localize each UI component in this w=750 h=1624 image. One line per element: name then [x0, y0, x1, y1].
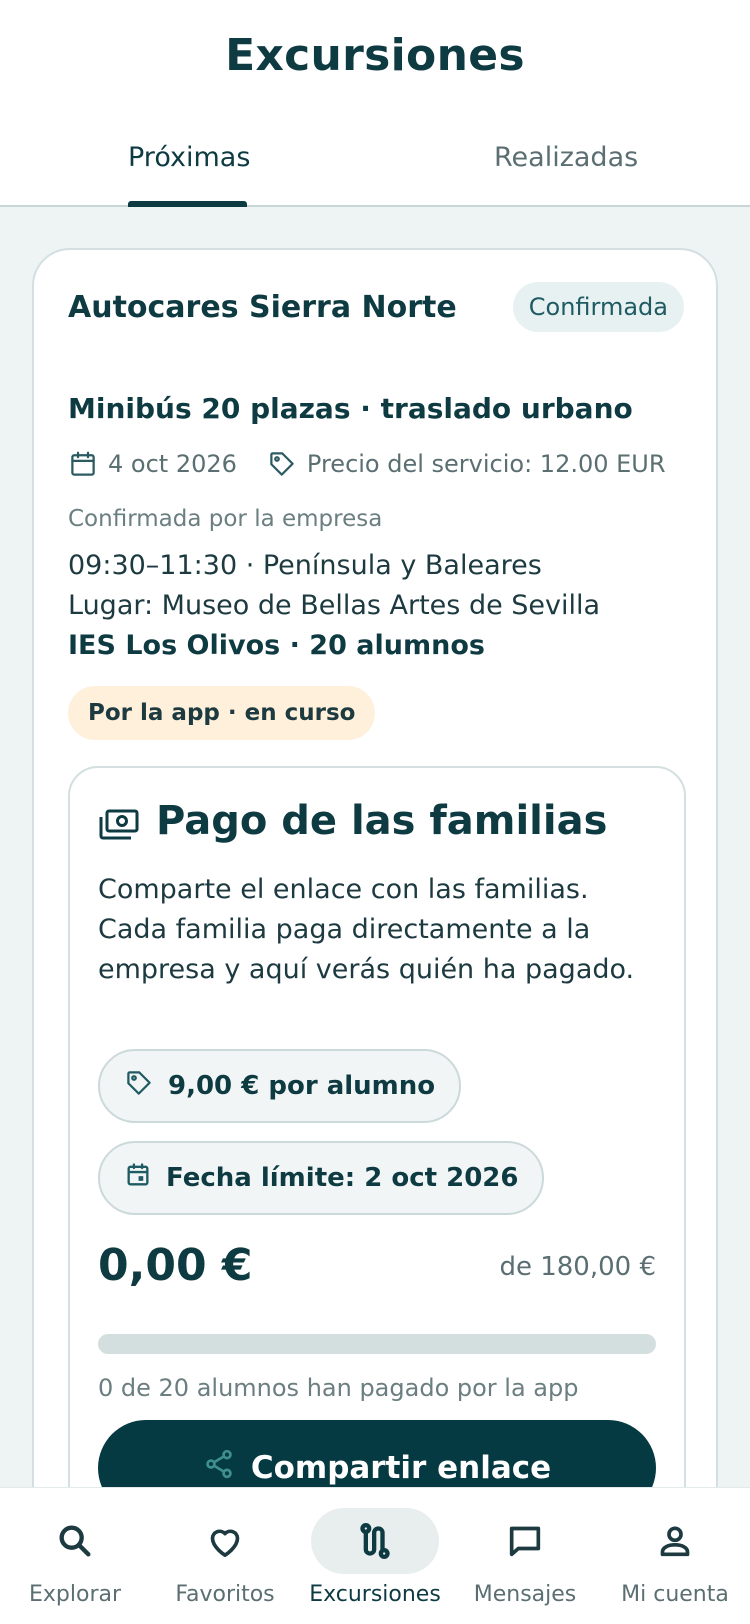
- calendar-event-icon: [124, 1161, 166, 1196]
- nav-item-excursiones[interactable]: Excursiones: [300, 1488, 450, 1624]
- bottom-navigation: Explorar Favoritos Excursiones Mensajes: [0, 1487, 750, 1624]
- nav-label-explorar: Explorar: [28, 1582, 122, 1607]
- payment-progress-note: 0 de 20 alumnos han pagado por la app: [98, 1374, 579, 1402]
- route-icon: [355, 1521, 395, 1561]
- time-and-region: 09:30–11:30 · Península y Baleares: [68, 550, 542, 581]
- place: Lugar: Museo de Bellas Artes de Sevilla: [68, 590, 601, 621]
- collected-amount: 0,00 €: [98, 1240, 253, 1291]
- booking-date: 4 oct 2026: [108, 450, 237, 478]
- chat-icon: [505, 1521, 545, 1561]
- nav-label-mi-cuenta: Mi cuenta: [621, 1582, 729, 1607]
- calendar-icon: [68, 449, 98, 479]
- status-badge: Confirmada: [512, 282, 684, 332]
- nav-label-mensajes: Mensajes: [473, 1582, 577, 1607]
- payment-mode-badge: Por la app · en curso: [68, 686, 376, 740]
- tab-proximas[interactable]: Próximas: [128, 142, 250, 173]
- payment-description: Comparte el enlace con las familias. Cad…: [98, 874, 635, 985]
- service-description: Minibús 20 plazas · traslado urbano: [68, 392, 633, 425]
- tab-realizadas[interactable]: Realizadas: [494, 142, 638, 173]
- company-name: Autocares Sierra Norte: [68, 290, 457, 325]
- search-icon: [55, 1521, 95, 1561]
- nav-label-favoritos: Favoritos: [175, 1582, 275, 1607]
- price-per-student-pill: 9,00 € por alumno: [98, 1049, 462, 1123]
- total-amount: de 180,00 €: [499, 1252, 656, 1282]
- nav-item-mensajes[interactable]: Mensajes: [450, 1488, 600, 1624]
- share-icon: [203, 1448, 251, 1488]
- payment-title: Pago de las familias: [156, 798, 608, 844]
- deadline-pill: Fecha límite: 2 oct 2026: [98, 1141, 545, 1215]
- account-icon: [655, 1521, 695, 1561]
- nav-item-explorar[interactable]: Explorar: [0, 1488, 150, 1624]
- excursion-card[interactable]: Autocares Sierra Norte Confirmada Minibú…: [32, 248, 718, 1624]
- payment-deadline: Fecha límite: 2 oct 2026: [166, 1163, 519, 1193]
- nav-item-favoritos[interactable]: Favoritos: [150, 1488, 300, 1624]
- nav-label-excursiones: Excursiones: [309, 1582, 441, 1607]
- price-tag-icon: [267, 449, 297, 479]
- service-price: Precio del servicio: 12.00 EUR: [306, 450, 666, 478]
- price-tag-icon: [124, 1068, 168, 1105]
- heart-icon: [205, 1521, 245, 1561]
- meta-row: 4 oct 2026 Precio del servicio: 12.00 EU…: [68, 446, 666, 482]
- top-header: Excursiones Próximas Realizadas: [0, 0, 750, 207]
- active-tab-indicator: [128, 201, 247, 207]
- cash-icon: [98, 808, 140, 846]
- price-per-student: 9,00 € por alumno: [168, 1071, 436, 1101]
- confirmation-note: Confirmada por la empresa: [68, 506, 383, 532]
- share-link-label: Compartir enlace: [250, 1450, 552, 1486]
- page-title: Excursiones: [225, 30, 525, 81]
- nav-item-mi-cuenta[interactable]: Mi cuenta: [600, 1488, 750, 1624]
- school-and-students: IES Los Olivos · 20 alumnos: [68, 630, 485, 661]
- payment-progress-bar: [98, 1334, 656, 1354]
